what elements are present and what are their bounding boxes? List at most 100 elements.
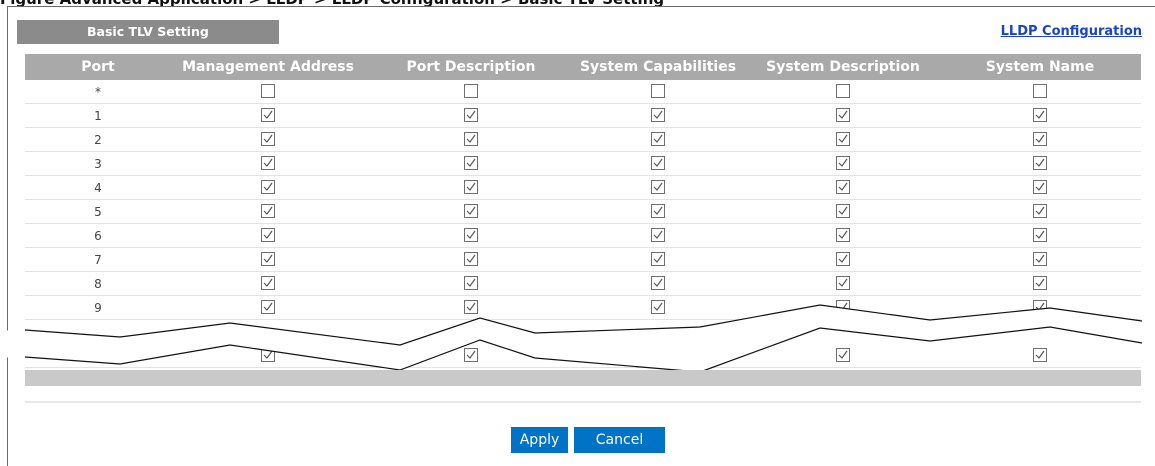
system-description-checkbox[interactable]: [836, 108, 850, 122]
cancel-button[interactable]: Cancel: [574, 427, 665, 453]
section-title: Basic TLV Setting: [17, 20, 279, 44]
port-description-checkbox[interactable]: [464, 84, 478, 98]
table-row: [25, 344, 1141, 368]
management-address-checkbox[interactable]: [261, 180, 275, 194]
system-capabilities-checkbox[interactable]: [651, 204, 665, 218]
system-name-checkbox[interactable]: [1033, 348, 1047, 362]
system-description-checkbox[interactable]: [836, 228, 850, 242]
system-description-checkbox[interactable]: [836, 252, 850, 266]
system-capabilities-checkbox[interactable]: [651, 108, 665, 122]
checkmark-icon: [1035, 350, 1045, 359]
port-description-checkbox[interactable]: [464, 228, 478, 242]
port-number: 2: [94, 133, 102, 147]
checkmark-icon: [1035, 182, 1045, 191]
checkmark-icon: [466, 182, 476, 191]
checkmark-icon: [653, 278, 663, 287]
system-description-checkbox[interactable]: [836, 156, 850, 170]
table-header: Port Management Address Port Description Sy…: [25, 54, 1141, 80]
system-name-checkbox[interactable]: [1033, 204, 1047, 218]
table-row: 4: [25, 176, 1141, 200]
checkmark-icon: [653, 254, 663, 263]
system-name-checkbox[interactable]: [1033, 132, 1047, 146]
port-description-checkbox[interactable]: [464, 204, 478, 218]
checkmark-icon: [838, 134, 848, 143]
management-address-checkbox[interactable]: [261, 132, 275, 146]
port-description-checkbox[interactable]: [464, 300, 478, 314]
checkmark-icon: [466, 350, 476, 359]
checkmark-icon: [263, 350, 273, 359]
port-description-checkbox[interactable]: [464, 348, 478, 362]
port-number: 7: [94, 253, 102, 267]
header-port-description: Port Description: [406, 59, 536, 75]
system-name-checkbox[interactable]: [1033, 156, 1047, 170]
checkmark-icon: [653, 134, 663, 143]
system-description-checkbox[interactable]: [836, 348, 850, 362]
checkmark-icon: [466, 206, 476, 215]
management-address-checkbox[interactable]: [261, 252, 275, 266]
checkmark-icon: [653, 350, 663, 359]
header-system-name: System Name: [985, 59, 1095, 75]
system-description-checkbox[interactable]: [836, 204, 850, 218]
system-name-checkbox[interactable]: [1033, 252, 1047, 266]
port-description-checkbox[interactable]: [464, 252, 478, 266]
management-address-checkbox[interactable]: [261, 300, 275, 314]
system-capabilities-checkbox[interactable]: [651, 228, 665, 242]
system-capabilities-checkbox[interactable]: [651, 252, 665, 266]
table-row: 5: [25, 200, 1141, 224]
system-capabilities-checkbox[interactable]: [651, 300, 665, 314]
checkmark-icon: [263, 158, 273, 167]
divider: [25, 401, 1141, 403]
management-address-checkbox[interactable]: [261, 276, 275, 290]
table-row: 7: [25, 248, 1141, 272]
port-description-checkbox[interactable]: [464, 156, 478, 170]
checkmark-icon: [466, 158, 476, 167]
checkmark-icon: [653, 206, 663, 215]
system-name-checkbox[interactable]: [1033, 84, 1047, 98]
system-name-checkbox[interactable]: [1033, 228, 1047, 242]
management-address-checkbox[interactable]: [261, 228, 275, 242]
system-description-checkbox[interactable]: [836, 84, 850, 98]
header-management-address: Management Address: [182, 59, 354, 75]
table-row: 3: [25, 152, 1141, 176]
checkmark-icon: [653, 110, 663, 119]
system-description-checkbox[interactable]: [836, 300, 850, 314]
port-description-checkbox[interactable]: [464, 132, 478, 146]
checkmark-icon: [838, 182, 848, 191]
system-capabilities-checkbox[interactable]: [651, 180, 665, 194]
checkmark-icon: [838, 350, 848, 359]
checkmark-icon: [838, 230, 848, 239]
management-address-checkbox[interactable]: [261, 84, 275, 98]
port-description-checkbox[interactable]: [464, 108, 478, 122]
management-address-checkbox[interactable]: [261, 348, 275, 362]
port-description-checkbox[interactable]: [464, 180, 478, 194]
management-address-checkbox[interactable]: [261, 108, 275, 122]
checkmark-icon: [466, 110, 476, 119]
apply-button[interactable]: Apply: [511, 427, 568, 453]
port-number: 5: [94, 205, 102, 219]
system-description-checkbox[interactable]: [836, 132, 850, 146]
system-description-checkbox[interactable]: [836, 276, 850, 290]
checkmark-icon: [263, 110, 273, 119]
system-name-checkbox[interactable]: [1033, 180, 1047, 194]
system-capabilities-checkbox[interactable]: [651, 156, 665, 170]
system-name-checkbox[interactable]: [1033, 108, 1047, 122]
management-address-checkbox[interactable]: [261, 156, 275, 170]
table-footer-bar: [25, 370, 1141, 386]
system-capabilities-checkbox[interactable]: [651, 276, 665, 290]
system-capabilities-checkbox[interactable]: [651, 348, 665, 362]
lldp-configuration-link[interactable]: LLDP Configuration: [1001, 24, 1142, 39]
system-capabilities-checkbox[interactable]: [651, 132, 665, 146]
table-row: 2: [25, 128, 1141, 152]
checkmark-icon: [466, 278, 476, 287]
checkmark-icon: [838, 278, 848, 287]
system-description-checkbox[interactable]: [836, 180, 850, 194]
management-address-checkbox[interactable]: [261, 204, 275, 218]
checkmark-icon: [1035, 278, 1045, 287]
system-name-checkbox[interactable]: [1033, 276, 1047, 290]
checkmark-icon: [838, 110, 848, 119]
system-name-checkbox[interactable]: [1033, 300, 1047, 314]
system-capabilities-checkbox[interactable]: [651, 84, 665, 98]
port-number: 4: [94, 181, 102, 195]
table-row: *: [25, 80, 1141, 104]
port-description-checkbox[interactable]: [464, 276, 478, 290]
